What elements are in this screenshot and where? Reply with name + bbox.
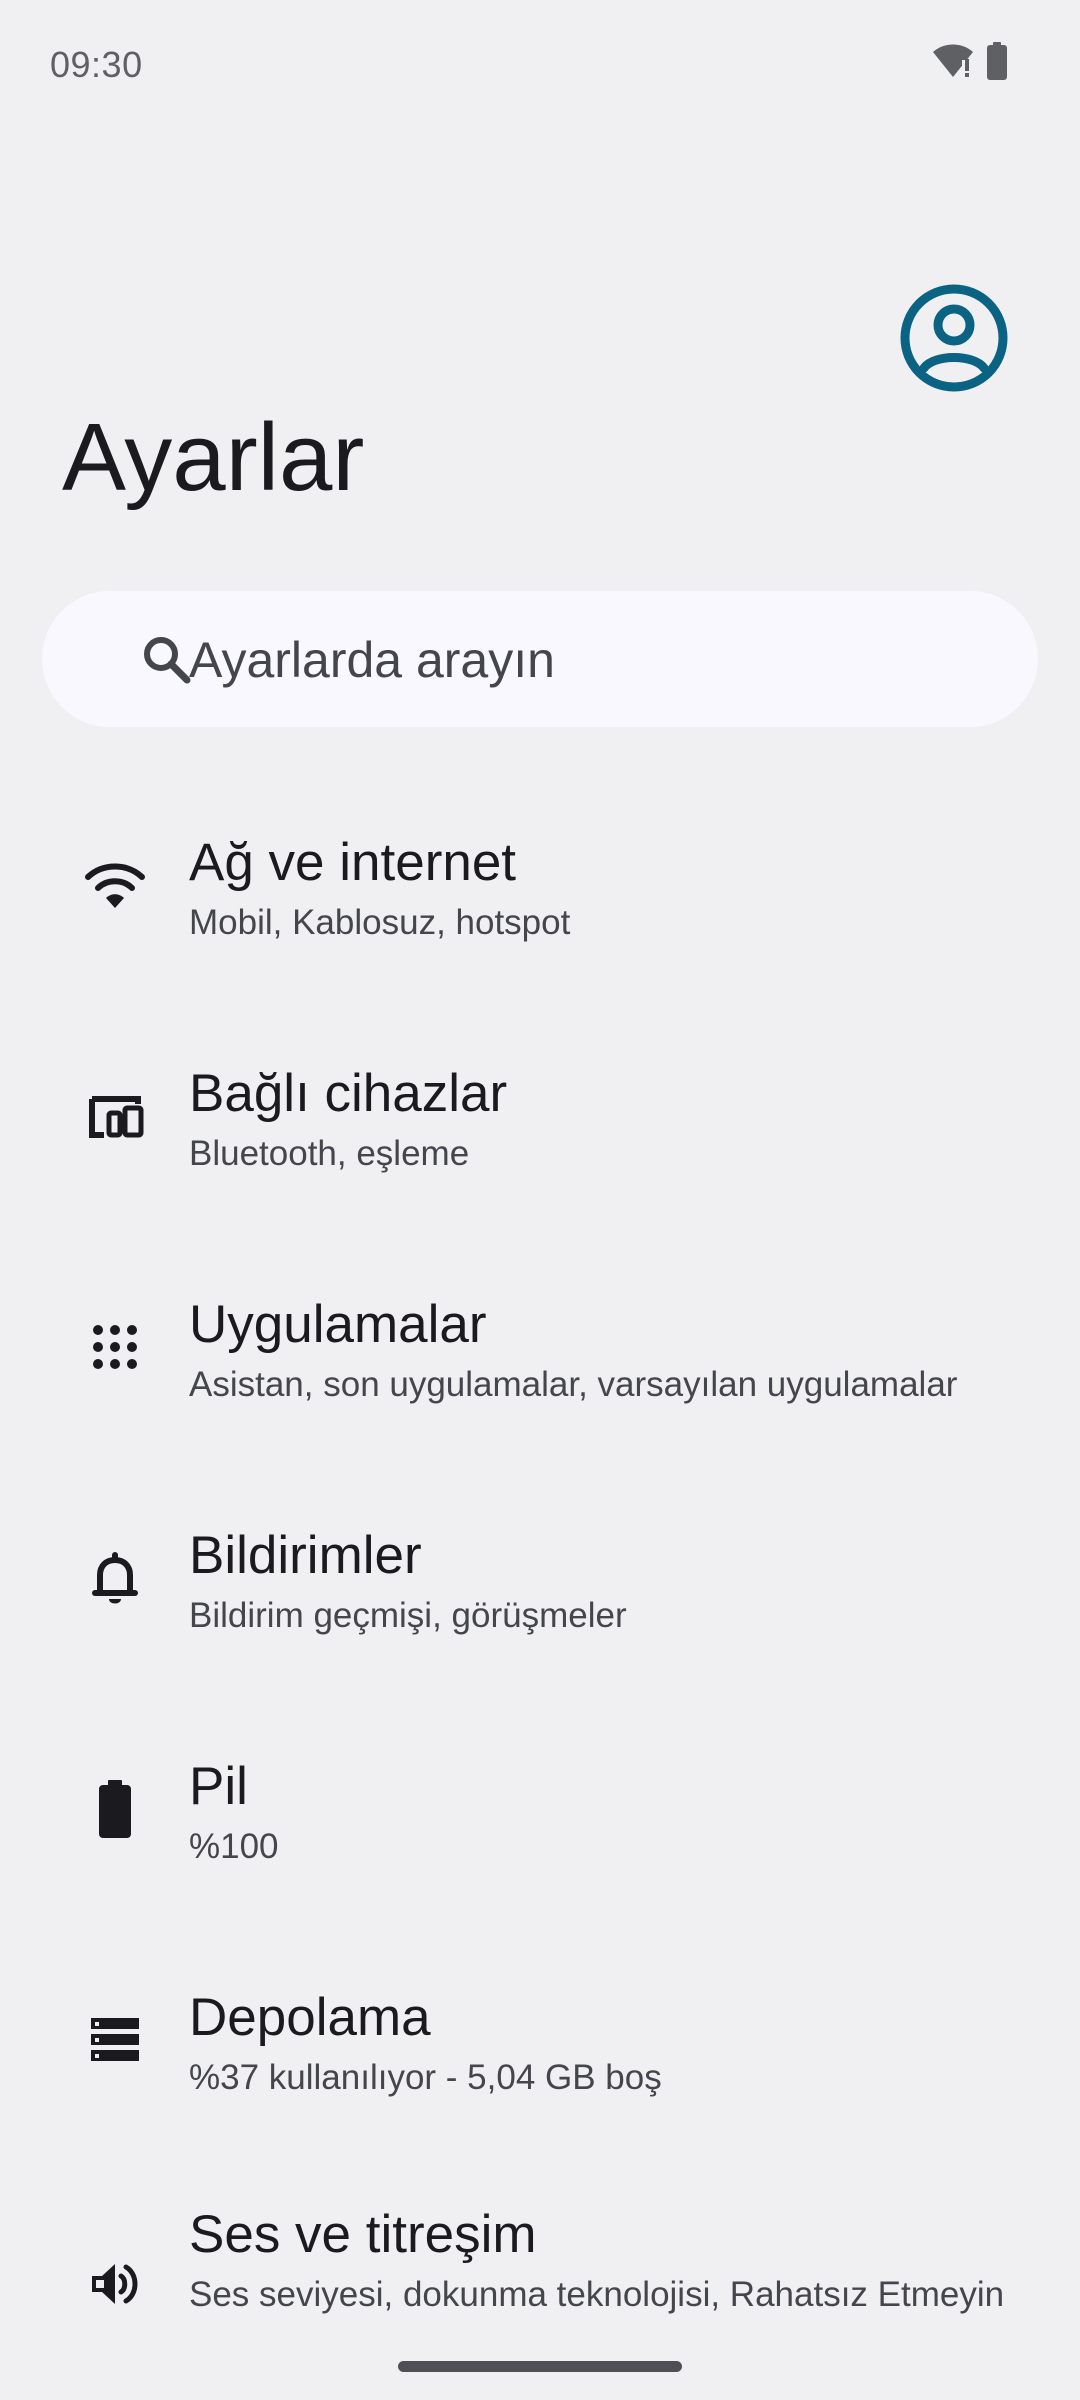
- status-bar: 09:30: [0, 0, 1080, 130]
- search-placeholder: Ayarlarda arayın: [189, 632, 555, 688]
- storage-icon: [80, 2005, 150, 2075]
- bell-icon: [80, 1543, 150, 1613]
- settings-item-subtitle: %100: [189, 1827, 279, 1866]
- settings-item-title: Uygulamalar: [189, 1295, 487, 1354]
- settings-item-title: Depolama: [189, 1988, 431, 2047]
- settings-item-title: Pil: [189, 1757, 248, 1816]
- settings-item-subtitle: Ses seviyesi, dokunma teknolojisi, Rahat…: [189, 2275, 1005, 2314]
- settings-item-title: Bildirimler: [189, 1526, 422, 1585]
- page-title: Ayarlar: [62, 404, 365, 511]
- account-avatar-button[interactable]: [898, 282, 1010, 394]
- settings-item-title: Ağ ve internet: [189, 833, 517, 892]
- gesture-navigation-handle[interactable]: [398, 2361, 682, 2372]
- settings-item-storage[interactable]: Depolama %37 kullanılıyor - 5,04 GB boş: [0, 1925, 1080, 2155]
- connected-devices-icon: [80, 1081, 150, 1151]
- settings-item-subtitle: Bluetooth, eşleme: [189, 1134, 470, 1173]
- settings-item-subtitle: Bildirim geçmişi, görüşmeler: [189, 1596, 627, 1635]
- settings-item-notifications[interactable]: Bildirimler Bildirim geçmişi, görüşmeler: [0, 1463, 1080, 1693]
- settings-item-apps[interactable]: Uygulamalar Asistan, son uygulamalar, va…: [0, 1232, 1080, 1462]
- apps-grid-icon: [80, 1312, 150, 1382]
- volume-icon: [80, 2249, 150, 2319]
- status-time: 09:30: [50, 44, 143, 85]
- settings-item-network[interactable]: Ağ ve internet Mobil, Kablosuz, hotspot: [0, 770, 1080, 1000]
- account-circle-icon: [900, 284, 1008, 392]
- wifi-warning-icon: [932, 43, 974, 84]
- settings-item-subtitle: Mobil, Kablosuz, hotspot: [189, 903, 571, 942]
- settings-item-title: Bağlı cihazlar: [189, 1064, 508, 1123]
- battery-icon: [986, 42, 1008, 85]
- settings-item-title: Ses ve titreşim: [189, 2205, 537, 2264]
- settings-item-connected-devices[interactable]: Bağlı cihazlar Bluetooth, eşleme: [0, 1001, 1080, 1231]
- wifi-icon: [80, 850, 150, 920]
- battery-icon: [80, 1774, 150, 1844]
- search-icon: [140, 633, 192, 685]
- settings-item-subtitle: %37 kullanılıyor - 5,04 GB boş: [189, 2058, 662, 2097]
- settings-item-subtitle: Asistan, son uygulamalar, varsayılan uyg…: [189, 1365, 958, 1404]
- search-bar[interactable]: Ayarlarda arayın: [42, 591, 1038, 727]
- status-icons: [932, 42, 1008, 85]
- settings-item-battery[interactable]: Pil %100: [0, 1694, 1080, 1924]
